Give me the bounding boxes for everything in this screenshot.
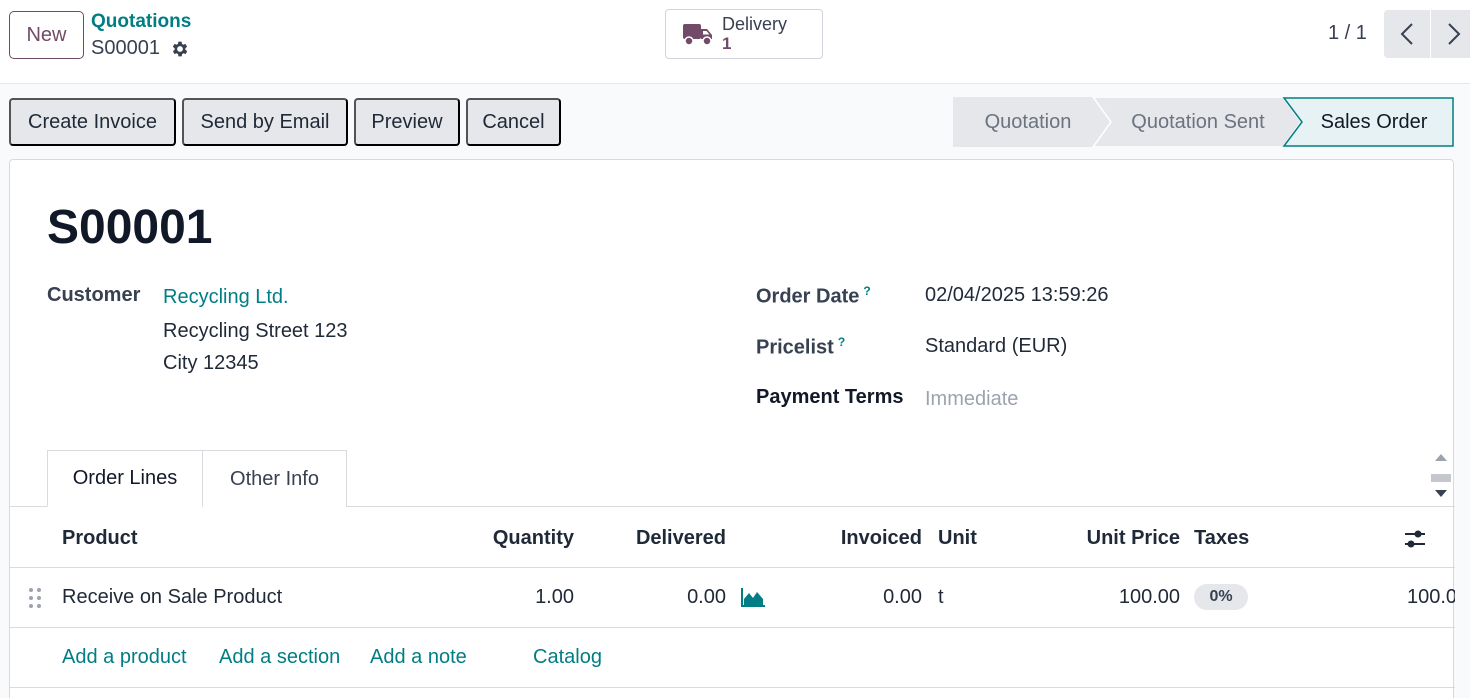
- pager-previous-button[interactable]: [1384, 10, 1430, 58]
- drag-handle-icon[interactable]: [28, 587, 42, 609]
- pricelist-field[interactable]: Standard (EUR): [925, 335, 1067, 358]
- invoiced-cell[interactable]: 0.00: [812, 586, 922, 609]
- delivery-smart-button[interactable]: Delivery 1: [665, 9, 823, 59]
- column-unit[interactable]: Unit: [938, 527, 977, 550]
- delivered-cell[interactable]: 0.00: [606, 586, 726, 609]
- add-lines-row: Add a product Add a section Add a note C…: [10, 628, 1455, 688]
- column-invoiced[interactable]: Invoiced: [812, 527, 922, 550]
- order-date-label-text: Order Date: [756, 285, 860, 308]
- gear-icon[interactable]: [170, 39, 190, 59]
- customer-label: Customer: [47, 284, 141, 306]
- optional-columns-icon[interactable]: [1403, 528, 1427, 550]
- tax-badge[interactable]: 0%: [1194, 584, 1248, 610]
- order-title: S00001: [47, 201, 213, 254]
- customer-link[interactable]: Recycling Ltd.: [163, 286, 289, 309]
- form-sheet: S00001 Customer Recycling Ltd. Recycling…: [9, 159, 1455, 698]
- add-section-link[interactable]: Add a section: [219, 646, 340, 669]
- send-by-email-button[interactable]: Send by Email: [182, 98, 348, 146]
- record-name-text: S00001: [91, 37, 160, 59]
- order-date-field[interactable]: 02/04/2025 13:59:26: [925, 284, 1109, 307]
- chevron-left-icon: [1400, 23, 1413, 45]
- column-product[interactable]: Product: [62, 527, 138, 550]
- stage-quotation-sent[interactable]: Quotation Sent: [1111, 97, 1285, 147]
- status-bar: Quotation Quotation Sent Sales Order: [953, 97, 1454, 147]
- table-header: Product Quantity Delivered Invoiced Unit…: [10, 507, 1455, 568]
- payment-terms-label: Payment Terms: [756, 386, 904, 408]
- control-panel: New Quotations S00001 Delivery 1 1 / 1: [0, 0, 1470, 84]
- customer-street: Recycling Street 123: [163, 320, 348, 342]
- tab-order-lines[interactable]: Order Lines: [47, 450, 203, 507]
- table-row[interactable]: Receive on Sale Product 1.00 0.00 0.00 t…: [10, 568, 1455, 628]
- stage-sales-order[interactable]: Sales Order: [1301, 97, 1447, 147]
- pricelist-help-icon[interactable]: ?: [838, 335, 845, 349]
- pager-value[interactable]: 1 / 1: [1328, 22, 1367, 45]
- column-quantity[interactable]: Quantity: [474, 527, 574, 550]
- column-taxes[interactable]: Taxes: [1194, 527, 1249, 550]
- add-note-link[interactable]: Add a note: [370, 646, 467, 669]
- delivery-label: Delivery: [722, 14, 788, 34]
- column-delivered[interactable]: Delivered: [606, 527, 726, 550]
- notebook-tabs: Order Lines Other Info: [47, 450, 347, 507]
- catalog-link[interactable]: Catalog: [533, 646, 602, 669]
- column-unit-price[interactable]: Unit Price: [1050, 527, 1180, 550]
- quantity-cell[interactable]: 1.00: [474, 586, 574, 609]
- record-name: S00001: [91, 37, 190, 60]
- unit-price-cell[interactable]: 100.00: [1050, 586, 1180, 609]
- delivery-count: 1: [722, 34, 732, 53]
- tab-other-info[interactable]: Other Info: [203, 450, 347, 507]
- truck-icon: [683, 24, 712, 46]
- scrollbar[interactable]: [1428, 450, 1454, 506]
- subtotal-cell: 100.0: [1407, 586, 1455, 608]
- payment-terms-field[interactable]: Immediate: [925, 388, 1018, 411]
- new-button[interactable]: New: [9, 11, 84, 59]
- preview-button[interactable]: Preview: [354, 98, 460, 146]
- order-date-help-icon[interactable]: ?: [863, 284, 870, 298]
- cancel-button[interactable]: Cancel: [466, 98, 561, 146]
- order-date-label: Order Date?: [756, 284, 871, 309]
- product-cell[interactable]: Receive on Sale Product: [62, 586, 282, 609]
- chevron-right-icon: [1448, 23, 1461, 45]
- area-chart-icon[interactable]: [741, 588, 765, 607]
- add-product-link[interactable]: Add a product: [62, 646, 187, 669]
- unit-cell[interactable]: t: [938, 586, 944, 609]
- customer-city: City 12345: [163, 352, 259, 374]
- breadcrumb-quotations[interactable]: Quotations: [91, 11, 191, 33]
- create-invoice-button[interactable]: Create Invoice: [9, 98, 176, 146]
- stage-quotation[interactable]: Quotation: [953, 97, 1103, 147]
- pricelist-label: Pricelist?: [756, 335, 845, 360]
- pager-next-button[interactable]: [1431, 10, 1470, 58]
- pricelist-label-text: Pricelist: [756, 336, 834, 359]
